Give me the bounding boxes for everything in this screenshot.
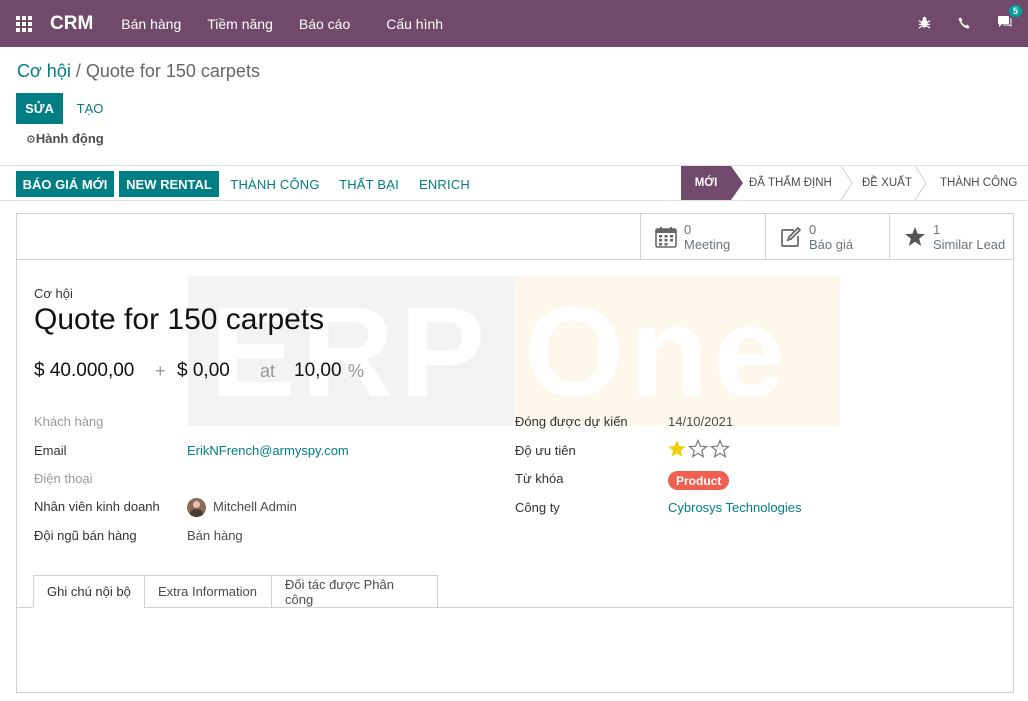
menu-sales[interactable]: Bán hàng [121,16,181,32]
stage-separator [914,166,927,200]
expected-revenue[interactable]: $ 40.000,00 [34,360,134,382]
tab-assigned-partner[interactable]: Đối tác được Phân công [271,575,438,608]
watermark-right-text: One [524,281,791,424]
priority-widget [667,439,731,459]
stage-new[interactable]: MỚI [681,166,731,200]
menu-leads[interactable]: Tiềm năng [207,16,273,32]
meeting-label: Meeting [684,236,731,252]
phone-icon[interactable] [944,16,984,32]
enrich-button[interactable]: ENRICH [412,171,477,197]
email-label: Email [34,443,67,458]
tag-badge[interactable]: Product [668,471,730,490]
mark-won-button[interactable]: THÀNH CÔNG [224,171,326,197]
quotation-count: 0 [809,221,817,237]
mark-lost-button[interactable]: THẤT BẠI [330,171,408,197]
probability-value[interactable]: 10,00 [294,360,342,382]
chat-count-badge: 5 [1008,5,1022,17]
star-icon [902,226,928,248]
tags-label: Từ khóa [515,471,564,486]
sales-team-label: Đội ngũ bán hàng [34,528,137,543]
menu-configuration[interactable]: Cấu hình [386,16,443,32]
recurring-revenue[interactable]: $ 0,00 [177,360,230,382]
form-sheet: 0 Meeting 0 Báo giá 1 Similar Lead ERP One … [16,213,1014,693]
notebook-tabs: Ghi chú nội bộ Extra Information Đối tác… [33,575,438,608]
new-rental-button[interactable]: NEW RENTAL [119,171,219,197]
star-filled-icon[interactable] [667,439,687,459]
priority-label: Độ ưu tiên [515,443,576,458]
action-label: Hành động [35,131,104,146]
email-value[interactable]: ErikNFrench@armyspy.com [187,443,349,458]
percent-sign: % [348,361,365,381]
tab-extra-information[interactable]: Extra Information [144,575,271,608]
menu-reporting[interactable]: Báo cáo [299,16,350,32]
company-label: Công ty [515,500,560,515]
star-empty-icon[interactable] [709,439,731,459]
company-value[interactable]: Cybrosys Technologies [668,500,801,515]
stage-proposition[interactable]: ĐỀ XUẤT [862,166,917,200]
breadcrumb: Cơ hội / Quote for 150 carpets [17,61,260,82]
salesperson-label: Nhân viên kinh doanh [34,499,160,514]
sales-team-value[interactable]: Bán hàng [187,528,243,543]
quotation-label: Báo giá [809,236,854,252]
gear-icon: ⚙ [26,134,36,146]
erpone-watermark: ERP One [188,276,840,426]
stage-separator [840,166,853,200]
plus-sign: + [155,361,166,381]
edit-button[interactable]: SỬA [16,93,63,124]
similar-lead-label: Similar Lead [933,236,1006,252]
debug-bug-icon[interactable] [904,16,944,32]
star-empty-icon[interactable] [687,439,709,459]
create-button[interactable]: TẠO [64,93,116,124]
meeting-smart-button[interactable]: 0 Meeting [640,214,765,259]
app-brand[interactable]: CRM [50,13,93,35]
customer-label: Khách hàng [34,414,104,429]
edit-icon [778,226,804,248]
record-type-label: Cơ hội [34,286,73,301]
phone-label: Điện thoại [34,471,93,486]
salesperson-value[interactable]: Mitchell Admin [213,499,297,514]
status-bar: BÁO GIÁ MỚI NEW RENTAL THÀNH CÔNG THẤT B… [0,165,1028,201]
apps-menu-icon[interactable] [0,0,48,47]
expected-closing-label: Đóng được dự kiến [515,414,628,429]
stage-arrow [731,166,743,200]
avatar [187,498,206,517]
quotation-smart-button[interactable]: 0 Báo giá [765,214,889,259]
smart-button-box: 0 Meeting 0 Báo giá 1 Similar Lead [17,214,1013,260]
calendar-icon [653,226,679,248]
new-quotation-button[interactable]: BÁO GIÁ MỚI [16,171,114,197]
action-menu[interactable]: ⚙Hành động [26,131,104,146]
top-navbar: CRM Bán hàng Tiềm năng Báo cáo Cấu hình … [0,0,1028,47]
expected-closing-value[interactable]: 14/10/2021 [668,414,733,429]
similar-lead-smart-button[interactable]: 1 Similar Lead [889,214,1013,259]
breadcrumb-current: Quote for 150 carpets [85,61,260,81]
at-label: at [260,361,276,381]
breadcrumb-separator: / [70,61,86,81]
stage-qualified[interactable]: ĐÃ THẨM ĐỊNH [749,166,844,200]
meeting-count: 0 [684,221,692,237]
opportunity-title[interactable]: Quote for 150 carpets [34,303,324,337]
breadcrumb-opportunities[interactable]: Cơ hội [17,61,71,81]
tab-internal-notes[interactable]: Ghi chú nội bộ [33,575,144,608]
similar-lead-count: 1 [933,221,941,237]
chat-icon[interactable]: 5 [984,5,1024,32]
stage-won[interactable]: THÀNH CÔNG [940,166,1020,200]
